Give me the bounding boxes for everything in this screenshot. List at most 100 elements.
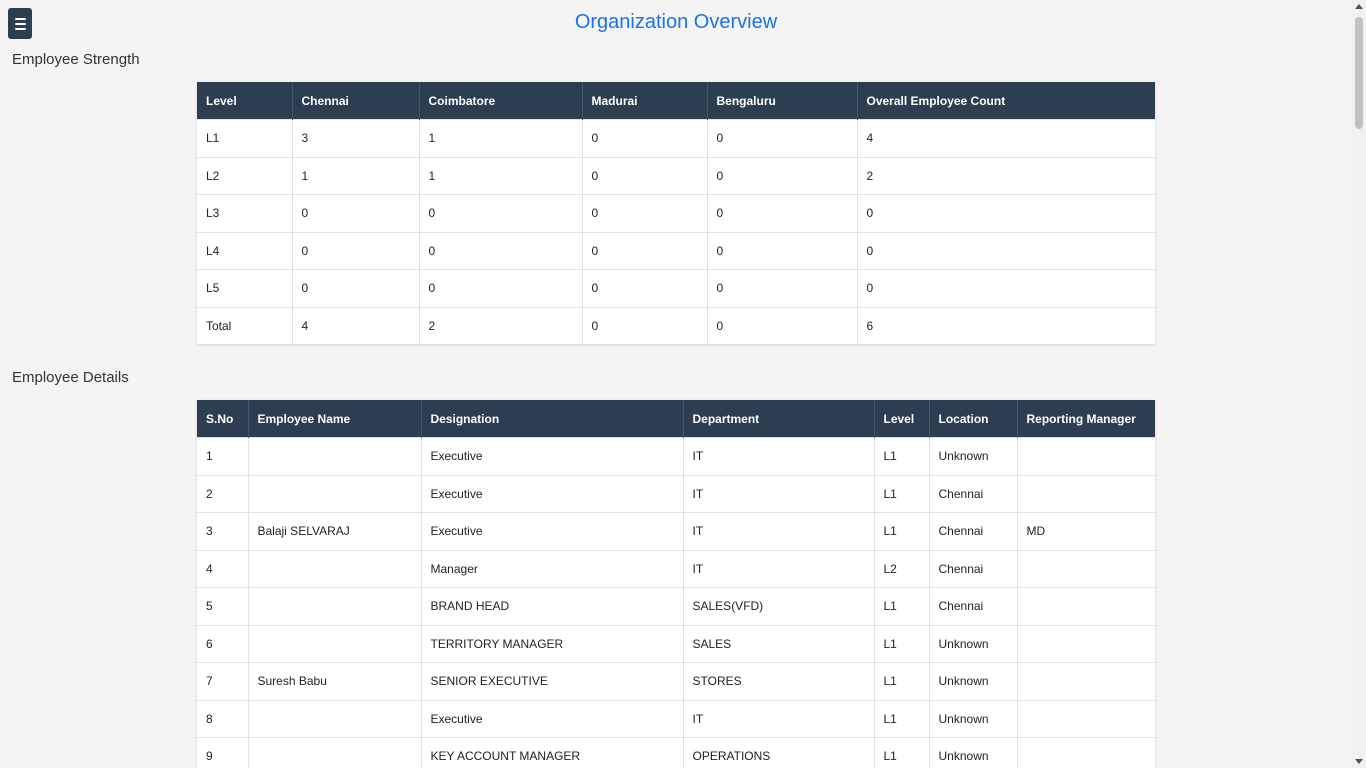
employee-strength-table: Level Chennai Coimbatore Madurai Bengalu… bbox=[197, 82, 1155, 344]
table-cell: 0 bbox=[582, 119, 708, 157]
column-header: Bengaluru bbox=[707, 82, 858, 120]
table-cell: 0 bbox=[707, 231, 858, 270]
table-cell: Unknown bbox=[929, 624, 1018, 663]
table-row: 2 Executive IT L1 Chennai bbox=[197, 474, 1155, 513]
column-header: Madurai bbox=[582, 82, 708, 120]
scroll-up-arrow-icon[interactable] bbox=[1355, 4, 1363, 9]
table-row: Total 4 2 0 0 6 bbox=[197, 306, 1155, 344]
table-cell: MD bbox=[1017, 512, 1155, 550]
table-cell: Chennai bbox=[929, 587, 1018, 625]
scroll-down-arrow-icon[interactable] bbox=[1355, 759, 1363, 764]
table-cell: L1 bbox=[874, 737, 930, 768]
table-row: 5 BRAND HEAD SALES(VFD) L1 Chennai bbox=[197, 587, 1155, 625]
scrollbar-thumb[interactable] bbox=[1355, 17, 1363, 129]
table-cell bbox=[248, 737, 422, 768]
column-header: Employee Name bbox=[248, 400, 422, 438]
table-cell bbox=[1017, 624, 1155, 663]
table-cell: L1 bbox=[874, 587, 930, 625]
table-cell bbox=[1017, 662, 1155, 700]
table-cell: L1 bbox=[874, 662, 930, 700]
table-cell: 0 bbox=[582, 194, 708, 232]
table-cell: 9 bbox=[197, 737, 249, 768]
column-header: Reporting Manager bbox=[1017, 400, 1155, 438]
table-cell: Balaji SELVARAJ bbox=[248, 512, 422, 550]
table-cell: L2 bbox=[197, 156, 293, 195]
page-title: Organization Overview bbox=[574, 11, 778, 33]
table-cell: 0 bbox=[419, 231, 583, 270]
table-cell: Chennai bbox=[929, 474, 1018, 513]
table-cell: 2 bbox=[197, 474, 249, 513]
table-cell bbox=[1017, 549, 1155, 588]
table-row: 9 KEY ACCOUNT MANAGER OPERATIONS L1 Unknown bbox=[197, 737, 1155, 768]
employee-details-title: Employee Details bbox=[12, 369, 129, 386]
table-cell: 0 bbox=[707, 119, 858, 157]
table-cell: 1 bbox=[419, 156, 583, 195]
table-row: L4 0 0 0 0 0 bbox=[197, 231, 1155, 270]
table-cell: L1 bbox=[874, 474, 930, 513]
table-cell: 0 bbox=[857, 269, 1155, 307]
table-cell: IT bbox=[683, 549, 875, 588]
page: Organization Overview Employee Strength … bbox=[0, 0, 1366, 768]
table-cell: 0 bbox=[707, 306, 858, 344]
table-cell: STORES bbox=[683, 662, 875, 700]
table-cell bbox=[248, 624, 422, 663]
table-row: 1 Executive IT L1 Unknown bbox=[197, 437, 1155, 475]
table-row: L2 1 1 0 0 2 bbox=[197, 156, 1155, 195]
column-header: Chennai bbox=[292, 82, 420, 120]
table-cell: BRAND HEAD bbox=[421, 587, 684, 625]
column-header: Designation bbox=[421, 400, 684, 438]
table-cell: IT bbox=[683, 437, 875, 475]
table-cell: 1 bbox=[292, 156, 420, 195]
table-cell: 4 bbox=[197, 549, 249, 588]
table-row: 6 TERRITORY MANAGER SALES L1 Unknown bbox=[197, 624, 1155, 663]
table-cell: L1 bbox=[874, 437, 930, 475]
table-cell: Executive bbox=[421, 512, 684, 550]
table-cell: Total bbox=[197, 306, 293, 344]
table-cell: 0 bbox=[582, 231, 708, 270]
table-cell: L1 bbox=[874, 624, 930, 663]
table-cell: 5 bbox=[197, 587, 249, 625]
table-cell: 1 bbox=[419, 119, 583, 157]
table-cell: Chennai bbox=[929, 512, 1018, 550]
table-cell: SALES(VFD) bbox=[683, 587, 875, 625]
table-cell: 0 bbox=[292, 194, 420, 232]
vertical-scrollbar[interactable] bbox=[1352, 0, 1366, 768]
table-cell: 6 bbox=[857, 306, 1155, 344]
employee-strength-title: Employee Strength bbox=[12, 51, 140, 68]
table-cell: 3 bbox=[292, 119, 420, 157]
table-cell: KEY ACCOUNT MANAGER bbox=[421, 737, 684, 768]
column-header: Location bbox=[929, 400, 1018, 438]
table-cell: IT bbox=[683, 699, 875, 738]
table-cell: 6 bbox=[197, 624, 249, 663]
table-cell: 0 bbox=[292, 231, 420, 270]
table-cell: 0 bbox=[419, 194, 583, 232]
table-cell: L1 bbox=[874, 699, 930, 738]
column-header: Level bbox=[874, 400, 930, 438]
table-cell: Executive bbox=[421, 437, 684, 475]
table-cell: L1 bbox=[874, 512, 930, 550]
table-cell: 0 bbox=[582, 269, 708, 307]
column-header: Department bbox=[683, 400, 875, 438]
table-cell: 0 bbox=[857, 231, 1155, 270]
table-row: L3 0 0 0 0 0 bbox=[197, 194, 1155, 232]
table-cell bbox=[1017, 474, 1155, 513]
table-cell: SENIOR EXECUTIVE bbox=[421, 662, 684, 700]
table-cell: Executive bbox=[421, 699, 684, 738]
table-cell bbox=[1017, 737, 1155, 768]
table-cell: L5 bbox=[197, 269, 293, 307]
table-cell bbox=[248, 699, 422, 738]
table-row: 3 Balaji SELVARAJ Executive IT L1 Chennai MD bbox=[197, 512, 1155, 550]
table-cell: L1 bbox=[197, 119, 293, 157]
table-cell bbox=[1017, 587, 1155, 625]
table-cell bbox=[248, 549, 422, 588]
table-cell: 0 bbox=[582, 306, 708, 344]
table-cell: L2 bbox=[874, 549, 930, 588]
table-cell: OPERATIONS bbox=[683, 737, 875, 768]
table-cell: 0 bbox=[707, 269, 858, 307]
table-cell: 0 bbox=[707, 156, 858, 195]
table-cell bbox=[248, 474, 422, 513]
table-row: L1 3 1 0 0 4 bbox=[197, 119, 1155, 157]
column-header: S.No bbox=[197, 400, 249, 438]
table-cell: Unknown bbox=[929, 437, 1018, 475]
employee-details-body: 1 Executive IT L1 Unknown 2 Executive IT L1 Chenn… bbox=[197, 437, 1155, 768]
